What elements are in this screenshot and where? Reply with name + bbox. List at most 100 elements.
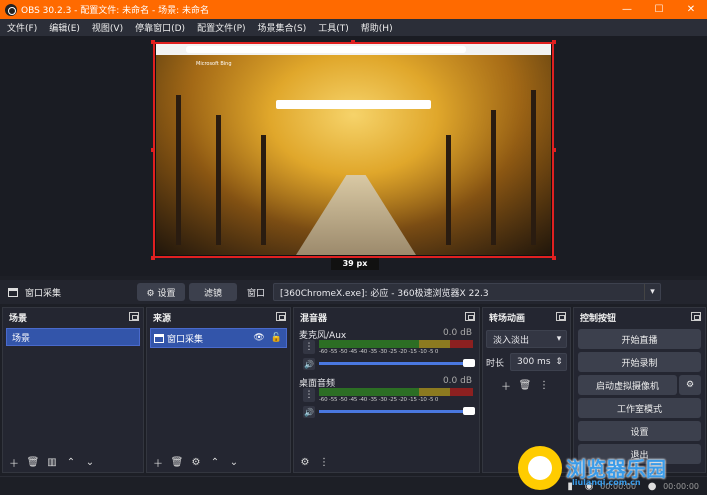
resize-handle[interactable] (552, 256, 556, 260)
source-selection-box[interactable] (153, 42, 554, 258)
menu-profile[interactable]: 配置文件(P) (194, 21, 248, 34)
window-select[interactable]: [360ChromeX.exe]: 必应 - 360极速浏览器X 22.3 ▾ (273, 283, 662, 301)
sources-dock-header: 来源 (147, 308, 290, 326)
trash-icon[interactable]: 🗑 (517, 377, 533, 393)
controls-dock-title: 控制按钮 (580, 313, 617, 324)
resize-handle[interactable] (552, 148, 556, 152)
window-label: 窗口 (247, 288, 266, 299)
add-icon[interactable]: ＋ (6, 454, 22, 470)
undock-icon[interactable] (691, 312, 701, 321)
channel-db: 0.0 dB (442, 328, 472, 338)
move-down-icon[interactable]: ⌄ (82, 454, 98, 470)
mixer-dock: 混音器 麦克风/Aux 0.0 dB ⋮ -60 -55 -50 -45 -40… (293, 307, 480, 473)
advanced-audio-gear-icon[interactable]: ⚙ (297, 454, 313, 470)
menu-file[interactable]: 文件(F) (4, 21, 40, 34)
gear-icon[interactable]: ⚙ (188, 454, 204, 470)
source-settings-button[interactable]: ⚙ 设置 (137, 283, 185, 301)
volume-meter (319, 388, 473, 396)
move-up-icon[interactable]: ⌃ (207, 454, 223, 470)
move-up-icon[interactable]: ⌃ (63, 454, 79, 470)
scenes-dock-header: 场景 (3, 308, 143, 326)
slider-knob[interactable] (463, 407, 475, 415)
virtual-camera-gear-icon[interactable]: ⚙ (679, 375, 701, 395)
sources-dock: 来源 窗口采集 👁 🔓 ＋ 🗑 ⚙ ⌃ ⌄ (146, 307, 291, 473)
volume-slider[interactable] (319, 359, 475, 367)
undock-icon[interactable] (276, 312, 286, 321)
resize-handle[interactable] (151, 148, 155, 152)
distance-label: 39 px (331, 258, 379, 270)
trash-icon[interactable]: 🗑 (169, 454, 185, 470)
maximize-button[interactable]: ☐ (643, 0, 675, 19)
watermark-url: liulanqi.com.cn (572, 478, 641, 487)
mixer-dock-header: 混音器 (294, 308, 479, 326)
spinner-arrows-icon[interactable]: ⇕ (552, 354, 566, 370)
sources-dock-title: 来源 (153, 313, 172, 324)
obs-logo-icon (5, 3, 17, 16)
scenes-toolbar: ＋ 🗑 ▥ ⌃ ⌄ (3, 452, 143, 472)
resize-handle[interactable] (151, 256, 155, 260)
eye-icon[interactable]: 👁 (253, 333, 264, 343)
title-bar: OBS 30.2.3 - 配置文件: 未命名 - 场景: 未命名 — ☐ ✕ (0, 0, 707, 19)
trash-icon[interactable]: 🗑 (25, 454, 41, 470)
more-icon[interactable]: ⋮ (303, 388, 315, 402)
duration-spinbox[interactable]: 300 ms ⇕ (510, 353, 567, 371)
mixer-channel: 桌面音频 0.0 dB ⋮ -60 -55 -50 -45 -40 -35 -3… (297, 374, 476, 422)
duration-label: 时长 (486, 358, 505, 369)
undock-icon[interactable] (465, 312, 475, 321)
volume-slider[interactable] (319, 407, 475, 415)
menu-view[interactable]: 视图(V) (89, 21, 126, 34)
sources-toolbar: ＋ 🗑 ⚙ ⌃ ⌄ (147, 452, 290, 472)
slider-knob[interactable] (463, 359, 475, 367)
transition-select[interactable]: 淡入淡出 ▾ (486, 330, 567, 348)
transitions-dock-title: 转场动画 (489, 313, 526, 324)
resize-handle[interactable] (552, 40, 556, 44)
move-down-icon[interactable]: ⌄ (226, 454, 242, 470)
menu-scene-collection[interactable]: 场景集合(S) (255, 21, 310, 34)
source-item-label: 窗口采集 (167, 334, 204, 345)
scene-list-item[interactable]: 场景 (6, 328, 140, 346)
transitions-dock-header: 转场动画 (483, 308, 570, 326)
start-recording-button[interactable]: 开始录制 (578, 352, 701, 372)
transition-select-value: 淡入淡出 (493, 335, 530, 346)
selected-source-name: 窗口采集 (25, 288, 62, 299)
resize-handle[interactable] (351, 40, 355, 44)
add-icon[interactable]: ＋ (150, 454, 166, 470)
speaker-icon[interactable]: 🔊 (303, 406, 315, 418)
menu-bar: 文件(F) 编辑(E) 视图(V) 停靠窗口(D) 配置文件(P) 场景集合(S… (0, 19, 707, 36)
resize-handle[interactable] (151, 40, 155, 44)
settings-button[interactable]: 设置 (578, 421, 701, 441)
more-icon[interactable]: ⋮ (536, 377, 552, 393)
start-streaming-button[interactable]: 开始直播 (578, 329, 701, 349)
meter-scale: -60 -55 -50 -45 -40 -35 -30 -25 -20 -15 … (319, 397, 439, 403)
menu-tools[interactable]: 工具(T) (315, 21, 352, 34)
meter-scale: -60 -55 -50 -45 -40 -35 -30 -25 -20 -15 … (319, 349, 439, 355)
lock-icon[interactable]: 🔓 (271, 333, 282, 343)
mixer-dock-title: 混音器 (300, 313, 328, 324)
speaker-icon[interactable]: 🔊 (303, 358, 315, 370)
menu-help[interactable]: 帮助(H) (358, 21, 396, 34)
window-title: OBS 30.2.3 - 配置文件: 未命名 - 场景: 未命名 (21, 6, 210, 16)
source-filters-button[interactable]: 滤镜 (189, 283, 237, 301)
window-icon (154, 333, 164, 343)
undock-icon[interactable] (129, 312, 139, 321)
chevron-down-icon[interactable]: ▾ (644, 284, 660, 300)
volume-meter (319, 340, 473, 348)
mixer-toolbar: ⚙ ⋮ (294, 452, 479, 472)
menu-docks[interactable]: 停靠窗口(D) (132, 21, 188, 34)
undock-icon[interactable] (556, 312, 566, 321)
start-virtual-camera-button[interactable]: 启动虚拟摄像机 (578, 375, 677, 395)
minimize-button[interactable]: — (611, 0, 643, 19)
window-icon (8, 287, 18, 297)
mixer-channel: 麦克风/Aux 0.0 dB ⋮ -60 -55 -50 -45 -40 -35… (297, 326, 476, 374)
window-select-value: [360ChromeX.exe]: 必应 - 360极速浏览器X 22.3 (280, 288, 489, 299)
more-icon[interactable]: ⋮ (316, 454, 332, 470)
add-icon[interactable]: ＋ (498, 377, 514, 393)
studio-mode-button[interactable]: 工作室模式 (578, 398, 701, 418)
chevron-down-icon[interactable]: ▾ (552, 331, 566, 347)
source-list-item[interactable]: 窗口采集 👁 🔓 (150, 328, 287, 348)
menu-edit[interactable]: 编辑(E) (46, 21, 83, 34)
close-button[interactable]: ✕ (675, 0, 707, 19)
filter-icon[interactable]: ▥ (44, 454, 60, 470)
scenes-dock-title: 场景 (9, 313, 28, 324)
more-icon[interactable]: ⋮ (303, 340, 315, 354)
